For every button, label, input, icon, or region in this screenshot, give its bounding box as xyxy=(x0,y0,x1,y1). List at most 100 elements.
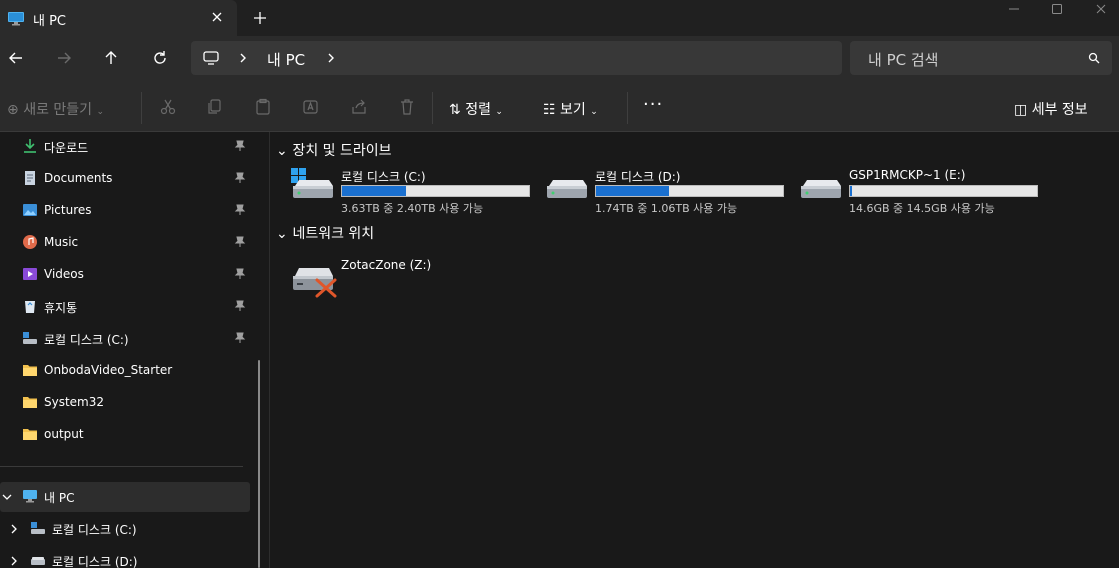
sort-icon: ⇅ xyxy=(449,102,461,118)
drive-usage-fill xyxy=(850,186,852,196)
tab-this-pc[interactable]: 내 PC xyxy=(0,0,237,36)
tree-item-this-pc[interactable]: 내 PC xyxy=(0,482,250,512)
sidebar-item-drive-c[interactable]: 로컬 디스크 (C:) xyxy=(0,324,250,354)
new-button-label: 새로 만들기 xyxy=(23,102,93,118)
chevron-down-icon: ⌄ xyxy=(96,107,105,117)
pc-icon xyxy=(8,12,24,26)
pin-icon[interactable] xyxy=(234,140,246,152)
monitor-icon xyxy=(203,51,219,65)
sidebar-item-label: 휴지통 xyxy=(44,301,78,315)
cut-icon[interactable] xyxy=(159,98,177,116)
network-group-label: 네트워크 위치 xyxy=(292,226,375,242)
navigation-pane: 다운로드 Documents Pictures Music Videos 휴지통… xyxy=(0,132,270,568)
drive-name: 로컬 디스크 (D:) xyxy=(595,170,681,184)
network-drive-z-tile[interactable]: ZotacZone (Z:) xyxy=(291,258,491,302)
view-button[interactable]: ☷ 보기 ⌄ xyxy=(543,99,598,119)
devices-group-header[interactable]: ⌄ 장치 및 드라이브 xyxy=(276,140,392,160)
drive-c-icon xyxy=(291,168,333,198)
sidebar-item-system32[interactable]: System32 xyxy=(0,388,250,418)
drive-usage-bar xyxy=(595,185,784,197)
pin-icon[interactable] xyxy=(234,204,246,216)
new-button[interactable]: ⊕ 새로 만들기 ⌄ xyxy=(7,99,104,119)
chevron-right-icon[interactable] xyxy=(9,556,19,566)
drive-icon xyxy=(801,180,841,198)
chevron-down-icon: ⌄ xyxy=(495,107,503,117)
folder-icon xyxy=(23,397,37,408)
close-window-icon[interactable] xyxy=(1094,2,1108,16)
command-bar: ⊕ 새로 만들기 ⌄ ⇅ 정렬 ⌄ ☷ 보기 ⌄ ··· ◫ 세부 정보 xyxy=(0,82,1119,132)
documents-icon xyxy=(25,171,35,185)
drive-c-tile[interactable]: 로컬 디스크 (C:) 3.63TB 중 2.40TB 사용 가능 xyxy=(291,168,531,215)
chevron-right-icon[interactable] xyxy=(9,524,19,534)
sidebar-item-onbodavideo-starter[interactable]: OnbodaVideo_Starter xyxy=(0,356,250,386)
share-icon[interactable] xyxy=(350,98,368,116)
sort-button[interactable]: ⇅ 정렬 ⌄ xyxy=(449,99,503,119)
sidebar-item-documents[interactable]: Documents xyxy=(0,164,250,194)
sidebar-item-label: OnbodaVideo_Starter xyxy=(44,363,173,377)
breadcrumb-this-pc[interactable]: 내 PC xyxy=(267,49,305,70)
sidebar-item-output[interactable]: output xyxy=(0,420,250,450)
chevron-right-icon[interactable] xyxy=(325,52,337,64)
network-group-header[interactable]: ⌄ 네트워크 위치 xyxy=(276,223,374,243)
download-icon xyxy=(24,139,36,153)
drive-e-tile[interactable]: GSP1RMCKP~1 (E:) 14.6GB 중 14.5GB 사용 가능 xyxy=(799,168,1039,215)
pin-icon[interactable] xyxy=(234,268,246,280)
search-input[interactable]: 내 PC 검색 xyxy=(850,41,1112,75)
title-bar: 내 PC xyxy=(0,0,1119,36)
view-icon: ☷ xyxy=(543,102,556,118)
chevron-down-icon[interactable] xyxy=(2,492,12,502)
chevron-right-icon[interactable] xyxy=(237,52,249,64)
copy-icon[interactable] xyxy=(206,98,224,116)
sidebar-item-pictures[interactable]: Pictures xyxy=(0,196,250,226)
sidebar-divider xyxy=(0,466,243,467)
delete-icon[interactable] xyxy=(398,98,416,116)
minimize-icon[interactable] xyxy=(1007,2,1021,16)
drive-icon xyxy=(547,180,587,198)
divider xyxy=(627,92,628,124)
paste-icon[interactable] xyxy=(254,98,272,116)
details-pane-button[interactable]: ◫ 세부 정보 xyxy=(1014,99,1088,119)
search-icon[interactable] xyxy=(1088,52,1100,64)
sidebar-item-label: Documents xyxy=(44,171,113,185)
view-label: 보기 xyxy=(560,102,586,118)
sidebar-item-label: Music xyxy=(44,235,79,249)
sidebar-item-music[interactable]: Music xyxy=(0,228,250,258)
drive-name: 로컬 디스크 (C:) xyxy=(341,170,426,184)
sidebar-item-recycle-bin[interactable]: 휴지통 xyxy=(0,292,250,322)
maximize-icon[interactable] xyxy=(1050,2,1064,16)
sidebar-item-label: 로컬 디스크 (C:) xyxy=(44,333,129,347)
pin-icon[interactable] xyxy=(234,300,246,312)
sidebar-item-label: System32 xyxy=(44,395,105,409)
sidebar-scrollbar[interactable] xyxy=(258,360,260,568)
up-icon[interactable] xyxy=(102,49,120,67)
tree-item-label: 로컬 디스크 (D:) xyxy=(52,555,138,568)
address-bar[interactable]: 내 PC xyxy=(191,41,842,75)
sidebar-item-videos[interactable]: Videos xyxy=(0,260,250,290)
tree-item-drive-d[interactable]: 로컬 디스크 (D:) xyxy=(0,546,250,568)
forward-icon[interactable] xyxy=(55,49,73,67)
sidebar-item-label: output xyxy=(44,427,84,441)
drive-d-tile[interactable]: 로컬 디스크 (D:) 1.74TB 중 1.06TB 사용 가능 xyxy=(545,168,785,215)
content-pane: ⌄ 장치 및 드라이브 로컬 디스크 (C:) 3.63TB 중 2.40TB … xyxy=(271,132,1119,568)
pin-icon[interactable] xyxy=(234,172,246,184)
details-pane-icon: ◫ xyxy=(1014,102,1028,118)
disconnected-network-drive-icon xyxy=(293,268,337,298)
tree-item-label: 로컬 디스크 (C:) xyxy=(52,523,137,537)
chevron-down-icon: ⌄ xyxy=(276,226,288,242)
new-tab-icon[interactable] xyxy=(253,11,267,25)
tree-item-drive-c[interactable]: 로컬 디스크 (C:) xyxy=(0,514,250,544)
divider xyxy=(141,92,142,124)
more-options-button[interactable]: ··· xyxy=(643,94,663,115)
pin-icon[interactable] xyxy=(234,236,246,248)
close-tab-icon[interactable] xyxy=(209,9,225,25)
back-icon[interactable] xyxy=(7,49,25,67)
drive-space-info: 1.74TB 중 1.06TB 사용 가능 xyxy=(595,202,738,215)
refresh-icon[interactable] xyxy=(151,49,169,67)
sidebar-item-downloads[interactable]: 다운로드 xyxy=(0,132,250,162)
drive-usage-bar xyxy=(849,185,1038,197)
rename-icon[interactable] xyxy=(302,98,320,116)
search-placeholder: 내 PC 검색 xyxy=(868,51,939,69)
folder-icon xyxy=(23,429,37,440)
pin-icon[interactable] xyxy=(234,332,246,344)
drive-usage-fill xyxy=(596,186,669,196)
